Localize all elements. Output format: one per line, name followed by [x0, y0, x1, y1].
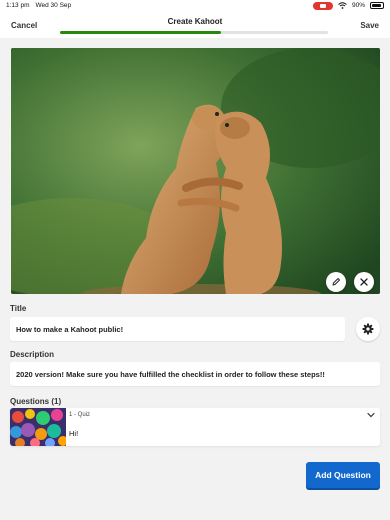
chevron-down-icon[interactable] — [367, 412, 375, 418]
status-date: Wed 30 Sep — [35, 2, 72, 9]
title-label: Title — [10, 304, 27, 313]
description-label: Description — [10, 350, 55, 359]
title-input[interactable]: How to make a Kahoot public! — [10, 317, 345, 341]
page-title: Create Kahoot — [167, 17, 223, 26]
battery-percent: 90% — [351, 2, 365, 9]
close-icon — [360, 278, 368, 286]
wifi-icon — [338, 2, 347, 9]
status-bar: 1:13 pm Wed 30 Sep 90% — [0, 0, 390, 11]
remove-image-button[interactable] — [354, 272, 374, 292]
title-value: How to make a Kahoot public! — [16, 324, 124, 334]
gear-icon — [362, 323, 374, 335]
questions-label: Questions (1) — [10, 397, 62, 406]
add-question-button[interactable]: Add Question — [306, 462, 380, 488]
description-input[interactable]: 2020 version! Make sure you have fulfill… — [10, 362, 380, 386]
question-type: 1 - Quiz — [69, 412, 91, 418]
battery-icon — [370, 2, 384, 9]
edit-image-button[interactable] — [326, 272, 346, 292]
cover-image[interactable] — [11, 48, 380, 294]
progress-fill — [60, 31, 221, 34]
question-thumbnail — [10, 408, 68, 446]
question-card[interactable]: 1 - Quiz Hi! — [10, 408, 380, 446]
description-value: 2020 version! Make sure you have fulfill… — [16, 369, 325, 379]
save-button[interactable]: Save — [360, 21, 379, 30]
screen-record-icon — [312, 1, 333, 10]
top-bar: Cancel Create Kahoot Save — [0, 11, 390, 38]
settings-button[interactable] — [356, 317, 380, 341]
pencil-icon — [332, 278, 340, 286]
status-time: 1:13 pm — [6, 2, 30, 9]
question-text: Hi! — [69, 429, 79, 438]
progress-bar — [60, 31, 328, 34]
